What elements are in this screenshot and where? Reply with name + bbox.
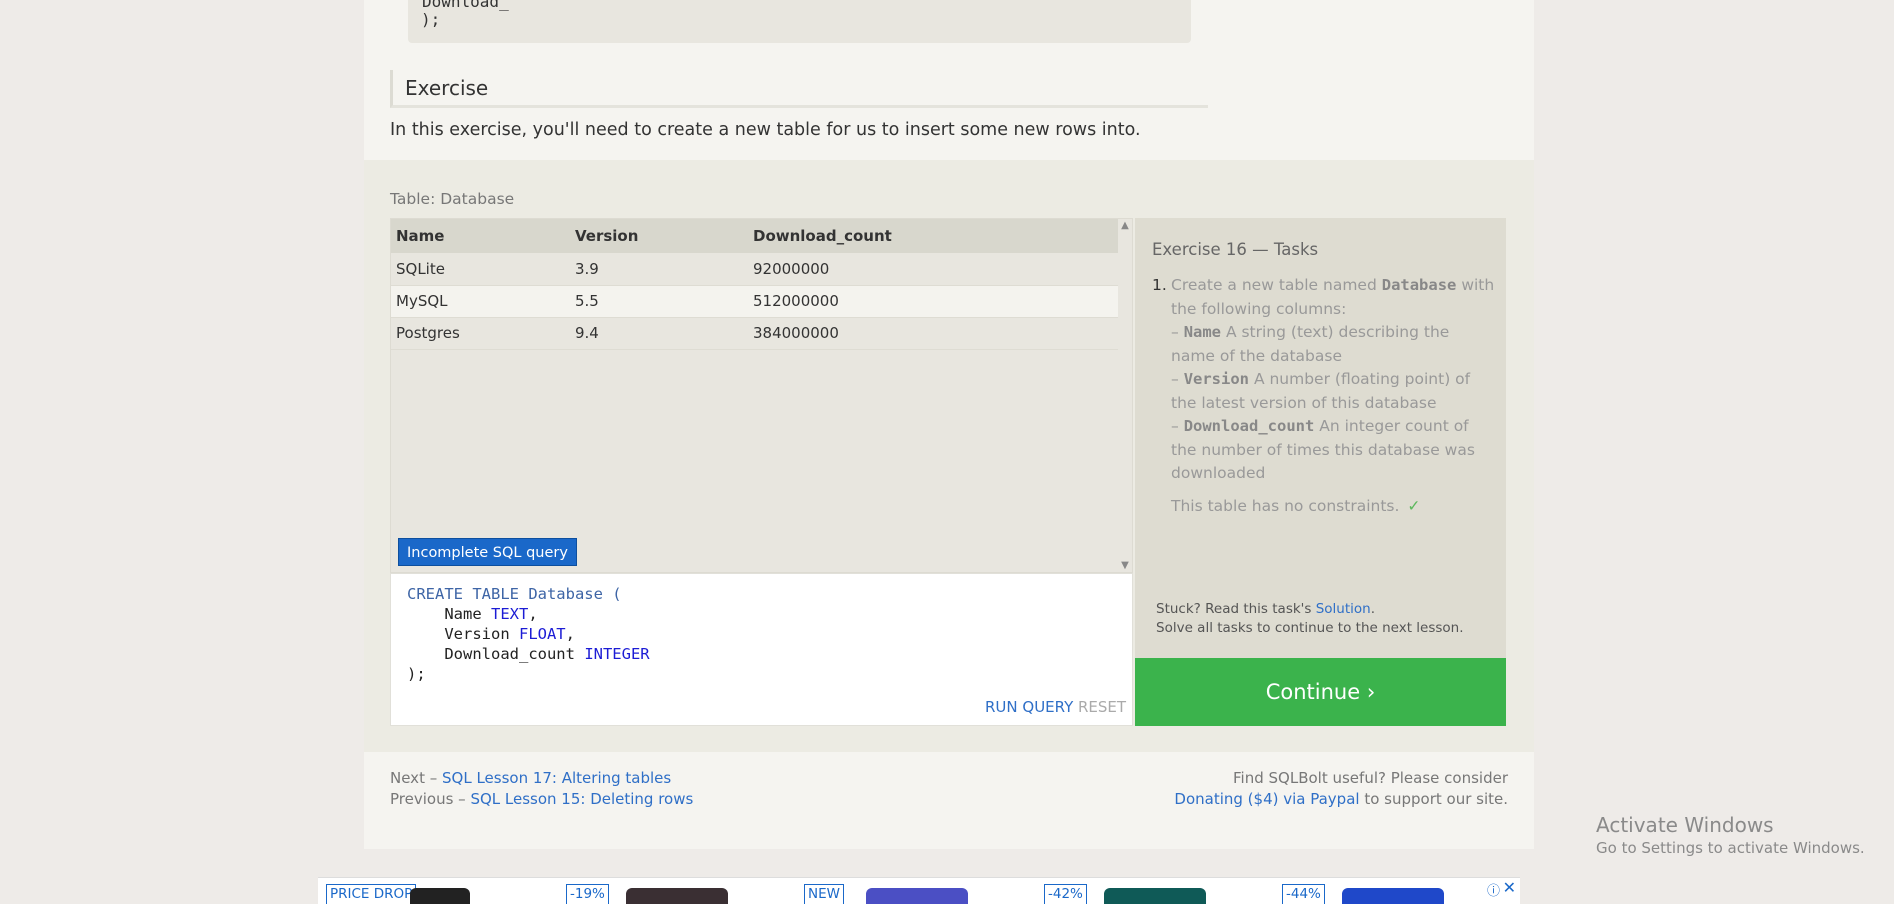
ad-info-icon[interactable]: ⓘ <box>1487 880 1500 899</box>
product-image <box>1104 888 1206 904</box>
solution-link[interactable]: Solution <box>1316 601 1371 617</box>
sql-comma: , <box>528 605 538 623</box>
sql-type: TEXT <box>491 605 529 623</box>
table-cell: MySQL <box>391 285 570 318</box>
table-label: Table: Database <box>390 190 515 208</box>
donation-note: Find SQLBolt useful? Please consider Don… <box>1174 768 1508 810</box>
ad-item[interactable]: NEW <box>804 884 1004 904</box>
column-header: Download_count <box>748 219 1118 253</box>
exercise-area: Table: Database Name Version Download_co… <box>364 160 1534 752</box>
table-row: MySQL 5.5 512000000 <box>391 285 1118 318</box>
results-table[interactable]: Name Version Download_count SQLite 3.9 9… <box>390 218 1133 573</box>
tasks-panel: Exercise 16 — Tasks 1. Create a new tabl… <box>1135 218 1506 658</box>
ad-item[interactable]: -19% <box>566 884 766 904</box>
ad-close-icon[interactable]: ✕ <box>1503 878 1516 897</box>
sql-type: INTEGER <box>584 645 650 663</box>
table-cell: 9.4 <box>570 317 748 350</box>
task-table-name: Database <box>1381 276 1457 294</box>
table-row: Postgres 9.4 384000000 <box>391 317 1118 350</box>
table-cell: 512000000 <box>748 285 1118 318</box>
solve-all-text: Solve all tasks to continue to the next … <box>1156 620 1464 636</box>
product-image <box>410 888 470 904</box>
column-header: Version <box>570 219 748 253</box>
ad-tag: -19% <box>566 884 609 904</box>
check-icon: ✓ <box>1407 496 1421 515</box>
task-number: 1. <box>1152 276 1167 294</box>
continue-button[interactable]: Continue › <box>1135 658 1506 726</box>
watermark-subtitle: Go to Settings to activate Windows. <box>1596 839 1865 857</box>
ad-item[interactable]: -44% <box>1282 884 1482 904</box>
table-cell: 5.5 <box>570 285 748 318</box>
ad-tag: NEW <box>804 884 844 904</box>
dash: – <box>1171 417 1184 435</box>
ad-tag: -42% <box>1044 884 1087 904</box>
product-image <box>866 888 968 904</box>
sql-text: Name <box>407 605 491 623</box>
task-description: Create a new table named Database with t… <box>1171 274 1497 486</box>
task-column-name: Name <box>1183 323 1222 341</box>
previous-lesson-link[interactable]: SQL Lesson 15: Deleting rows <box>470 790 693 808</box>
status-badge: Incomplete SQL query <box>398 538 577 566</box>
previous-code-block: Download_ ); <box>408 0 1191 43</box>
task-column-name: Version <box>1183 370 1250 388</box>
table-cell: SQLite <box>391 253 570 286</box>
sql-keyword: CREATE TABLE <box>407 585 519 603</box>
table-cell: Postgres <box>391 317 570 350</box>
code-cut-line: Download_ <box>422 0 509 11</box>
dash: – <box>1171 370 1184 388</box>
code-closing: ); <box>421 10 441 29</box>
next-lesson-link[interactable]: SQL Lesson 17: Altering tables <box>442 769 671 787</box>
sql-editor[interactable]: CREATE TABLE Database ( Name TEXT, Versi… <box>390 573 1133 726</box>
ad-banner[interactable]: PRICE DROP -19% NEW -42% -44% ⓘ ✕ <box>318 877 1520 904</box>
constraint-text: This table has no constraints. <box>1171 496 1400 515</box>
lesson-page: Download_ ); Exercise In this exercise, … <box>364 0 1534 849</box>
task-text: Create a new table named <box>1171 276 1382 294</box>
table-cell: 92000000 <box>748 253 1118 286</box>
table-cell: 384000000 <box>748 317 1118 350</box>
windows-activation-watermark: Activate Windows Go to Settings to activ… <box>1596 813 1865 857</box>
product-image <box>626 888 728 904</box>
table-cell: 3.9 <box>570 253 748 286</box>
donation-text: Find SQLBolt useful? Please consider <box>1233 769 1508 787</box>
ad-item[interactable]: PRICE DROP <box>326 884 496 904</box>
table-row: SQLite 3.9 92000000 <box>391 253 1118 286</box>
sql-comma: , <box>565 625 575 643</box>
exercise-heading: Exercise <box>390 70 1208 108</box>
stuck-hint: Stuck? Read this task's Solution. Solve … <box>1156 600 1464 638</box>
run-query-button[interactable]: RUN QUERY <box>985 698 1073 716</box>
column-header: Name <box>391 219 570 253</box>
table-header-row: Name Version Download_count <box>391 219 1118 253</box>
product-image <box>1342 888 1444 904</box>
stuck-text: . <box>1370 601 1376 617</box>
sql-text: ); <box>407 665 426 683</box>
reset-button[interactable]: RESET <box>1078 698 1126 716</box>
next-prefix: Next – <box>390 769 442 787</box>
task-item: 1. Create a new table named Database wit… <box>1152 274 1497 518</box>
sql-text: Download_count <box>407 645 585 663</box>
watermark-title: Activate Windows <box>1596 813 1774 837</box>
task-column-name: Download_count <box>1183 417 1315 435</box>
donate-link[interactable]: Donating ($4) via Paypal <box>1174 790 1359 808</box>
ad-tag: PRICE DROP <box>326 884 417 904</box>
sql-code[interactable]: CREATE TABLE Database ( Name TEXT, Versi… <box>407 584 650 684</box>
sql-type: FLOAT <box>518 625 566 643</box>
donation-suffix: to support our site. <box>1359 790 1508 808</box>
tasks-title: Exercise 16 — Tasks <box>1152 240 1319 259</box>
stuck-text: Stuck? Read this task's <box>1156 601 1316 617</box>
ad-tag: -44% <box>1282 884 1325 904</box>
scroll-down-arrow-icon[interactable]: ▼ <box>1118 560 1132 571</box>
dash: – <box>1171 323 1184 341</box>
lesson-navigation: Next – SQL Lesson 17: Altering tables Pr… <box>390 768 693 810</box>
ad-item[interactable]: -42% <box>1044 884 1244 904</box>
prev-prefix: Previous – <box>390 790 471 808</box>
task-constraint: This table has no constraints. ✓ <box>1171 495 1497 519</box>
scroll-up-arrow-icon[interactable]: ▲ <box>1118 220 1132 231</box>
exercise-intro: In this exercise, you'll need to create … <box>390 120 1141 140</box>
sql-text: Version <box>407 625 519 643</box>
sql-text: Database ( <box>518 585 622 603</box>
